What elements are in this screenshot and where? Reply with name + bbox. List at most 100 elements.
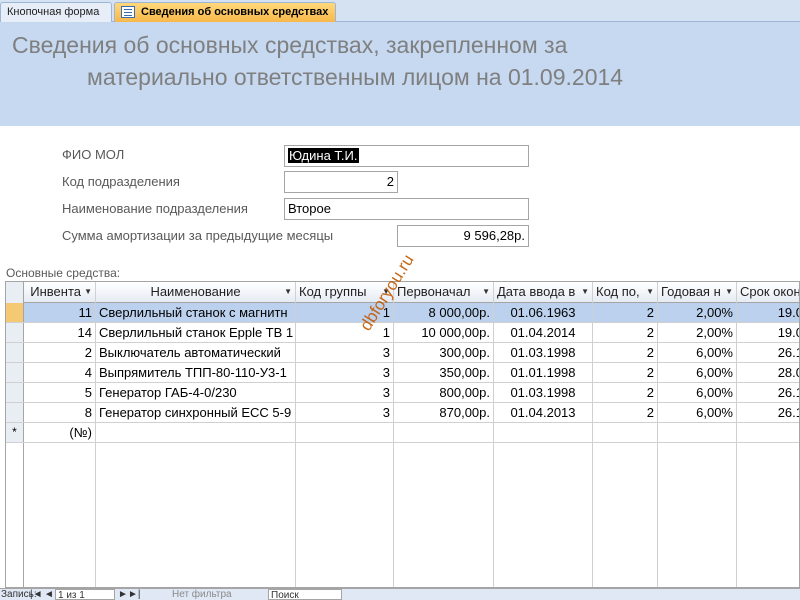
first-record-button[interactable]: |◄ xyxy=(30,589,43,600)
tab-fixed-assets[interactable]: Сведения об основных средствах xyxy=(114,2,336,22)
new-record-row[interactable]: * (№) xyxy=(6,423,799,443)
column-header-initial-cost[interactable]: Первоначал ▼ xyxy=(394,282,494,303)
next-record-button[interactable]: ► xyxy=(118,589,128,600)
cell-end-date[interactable]: 26.1 xyxy=(737,343,799,362)
column-header-end-date[interactable]: Срок окон xyxy=(737,282,800,303)
page-title-line1: Сведения об основных средствах, закрепле… xyxy=(12,32,568,58)
cell-dept-code[interactable]: 2 xyxy=(593,323,658,342)
cell-commission-date[interactable]: 01.03.1998 xyxy=(494,343,593,362)
cell-initial-cost[interactable]: 870,00р. xyxy=(394,403,494,422)
fio-value: Юдина Т.И. xyxy=(288,148,359,163)
cell-name[interactable]: Сверлильный станок с магнитн xyxy=(96,303,296,322)
cell-name[interactable]: Сверлильный станок Epple TB 1 xyxy=(96,323,296,342)
cell-dept-code[interactable]: 2 xyxy=(593,383,658,402)
cell-commission-date[interactable]: 01.04.2014 xyxy=(494,323,593,342)
cell-name[interactable]: Выпрямитель ТПП-80-110-У3-1 xyxy=(96,363,296,382)
table-row[interactable]: 5 Генератор ГАБ-4-0/230 3 800,00р. 01.03.199… xyxy=(6,383,799,403)
cell-annual-rate[interactable]: 2,00% xyxy=(658,303,737,322)
cell-annual-rate[interactable]: 6,00% xyxy=(658,363,737,382)
table-row[interactable]: 4 Выпрямитель ТПП-80-110-У3-1 3 350,00р. 01.… xyxy=(6,363,799,383)
fixed-assets-datasheet[interactable]: Инвента ▼ Наименование ▼ Код группы ▼ Перво… xyxy=(5,281,800,588)
table-row[interactable]: 14 Сверлильный станок Epple TB 1 1 10 000,0… xyxy=(6,323,799,343)
cell-name[interactable]: Генератор синхронный ЕСС 5-9 xyxy=(96,403,296,422)
cell-end-date[interactable]: 19.0 xyxy=(737,323,799,342)
cell-name[interactable]: Генератор ГАБ-4-0/230 xyxy=(96,383,296,402)
table-row[interactable]: 8 Генератор синхронный ЕСС 5-9 3 870,00р. 01… xyxy=(6,403,799,423)
cell-dept-code[interactable]: 2 xyxy=(593,303,658,322)
column-header-label: Инвента xyxy=(30,284,81,299)
fio-field[interactable]: Юдина Т.И. xyxy=(284,145,529,167)
cell-annual-rate[interactable]: 6,00% xyxy=(658,403,737,422)
cell-end-date[interactable]: 26.1 xyxy=(737,383,799,402)
column-header-name[interactable]: Наименование ▼ xyxy=(96,282,296,303)
cell-commission-date[interactable]: 01.04.2013 xyxy=(494,403,593,422)
record-selector[interactable] xyxy=(6,303,24,322)
cell-inventory[interactable]: 4 xyxy=(24,363,96,382)
cell-annual-rate[interactable]: 6,00% xyxy=(658,383,737,402)
column-header-dept-code[interactable]: Код по, ▼ xyxy=(593,282,658,303)
cell-group-code[interactable]: 1 xyxy=(296,323,394,342)
tab-switchboard[interactable]: Кнопочная форма xyxy=(0,2,112,22)
cell-dept-code[interactable]: 2 xyxy=(593,403,658,422)
search-field[interactable]: Поиск xyxy=(268,589,342,600)
page-title-line2: материально ответственным лицом на 01.09… xyxy=(87,64,624,90)
cell-initial-cost[interactable]: 350,00р. xyxy=(394,363,494,382)
filter-status[interactable]: Нет фильтра xyxy=(172,589,232,600)
sort-arrow-icon[interactable]: ▼ xyxy=(284,282,292,302)
column-header-commission-date[interactable]: Дата ввода в ▼ xyxy=(494,282,593,303)
cell-dept-code[interactable]: 2 xyxy=(593,343,658,362)
cell-annual-rate[interactable]: 2,00% xyxy=(658,323,737,342)
column-header-label: Код по, xyxy=(596,284,640,299)
table-row[interactable]: 2 Выключатель автоматический 3 300,00р. 01.0… xyxy=(6,343,799,363)
sort-arrow-icon[interactable]: ▼ xyxy=(646,282,654,302)
cell-commission-date[interactable]: 01.06.1963 xyxy=(494,303,593,322)
amortization-field[interactable]: 9 596,28р. xyxy=(397,225,529,247)
record-selector[interactable] xyxy=(6,383,24,402)
record-selector[interactable] xyxy=(6,343,24,362)
cell-end-date[interactable]: 26.1 xyxy=(737,403,799,422)
column-header-label: Дата ввода в xyxy=(497,284,576,299)
cell-group-code[interactable]: 3 xyxy=(296,343,394,362)
cell-initial-cost[interactable]: 10 000,00р. xyxy=(394,323,494,342)
column-header-annual-rate[interactable]: Годовая н ▼ xyxy=(658,282,737,303)
sort-arrow-icon[interactable]: ▼ xyxy=(482,282,490,302)
dept-code-field[interactable]: 2 xyxy=(284,171,398,193)
dept-name-field[interactable]: Второе xyxy=(284,198,529,220)
cell-dept-code[interactable]: 2 xyxy=(593,363,658,382)
record-selector[interactable] xyxy=(6,323,24,342)
tab-switchboard-label: Кнопочная форма xyxy=(7,6,100,18)
record-selector[interactable] xyxy=(6,363,24,382)
cell-initial-cost[interactable]: 8 000,00р. xyxy=(394,303,494,322)
sort-arrow-icon[interactable]: ▼ xyxy=(581,282,589,302)
cell-inventory[interactable]: 8 xyxy=(24,403,96,422)
cell-end-date[interactable]: 19.0 xyxy=(737,303,799,322)
select-all-corner[interactable] xyxy=(6,282,24,303)
record-position-field[interactable]: 1 из 1 xyxy=(55,589,115,600)
cell-inventory[interactable]: 5 xyxy=(24,383,96,402)
cell-inventory[interactable]: 14 xyxy=(24,323,96,342)
cell-group-code[interactable]: 3 xyxy=(296,363,394,382)
cell-inventory[interactable]: 11 xyxy=(24,303,96,322)
sort-arrow-icon[interactable]: ▼ xyxy=(84,282,92,302)
cell-end-date[interactable]: 28.0 xyxy=(737,363,799,382)
new-record-placeholder[interactable]: (№) xyxy=(24,423,96,442)
table-row[interactable]: 11 Сверлильный станок с магнитн 1 8 000,00р… xyxy=(6,303,799,323)
record-selector[interactable] xyxy=(6,403,24,422)
fio-label: ФИО МОЛ xyxy=(62,147,125,162)
column-header-inventory[interactable]: Инвента ▼ xyxy=(24,282,96,303)
cell-group-code[interactable]: 3 xyxy=(296,403,394,422)
sort-arrow-icon[interactable]: ▼ xyxy=(725,282,733,302)
cell-annual-rate[interactable]: 6,00% xyxy=(658,343,737,362)
cell-commission-date[interactable]: 01.01.1998 xyxy=(494,363,593,382)
document-tabs: Кнопочная форма Сведения об основных сре… xyxy=(0,0,800,22)
cell-initial-cost[interactable]: 800,00р. xyxy=(394,383,494,402)
column-header-label: Срок окон xyxy=(740,284,800,299)
column-header-label: Наименование xyxy=(150,284,241,299)
cell-name[interactable]: Выключатель автоматический xyxy=(96,343,296,362)
cell-initial-cost[interactable]: 300,00р. xyxy=(394,343,494,362)
prev-record-button[interactable]: ◄ xyxy=(44,589,54,600)
cell-group-code[interactable]: 3 xyxy=(296,383,394,402)
cell-commission-date[interactable]: 01.03.1998 xyxy=(494,383,593,402)
last-record-button[interactable]: ►| xyxy=(128,589,141,600)
cell-inventory[interactable]: 2 xyxy=(24,343,96,362)
